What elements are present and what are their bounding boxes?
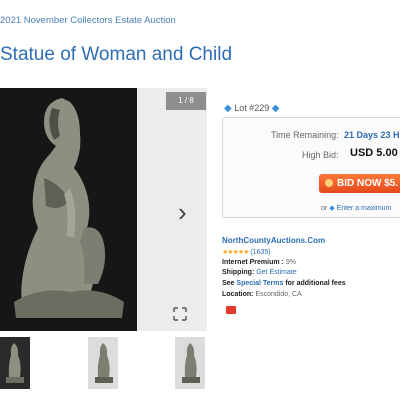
- terms-row: See Special Terms for additional fees: [222, 280, 346, 287]
- or-label: or: [321, 205, 328, 212]
- lot-navigation: ◆ Lot #229 ◆: [224, 103, 279, 114]
- star-rating-icon: ★★★★★: [222, 249, 249, 256]
- thumbnail-image: [175, 337, 205, 389]
- internet-premium-row: Internet Premium : 9%: [222, 259, 296, 266]
- breadcrumb[interactable]: 2021 November Collectors Estate Auction: [0, 15, 176, 26]
- gavel-icon: [325, 179, 333, 188]
- special-terms-link[interactable]: Special Terms: [236, 280, 283, 287]
- get-estimate-link[interactable]: Get Estimate: [256, 269, 296, 276]
- time-remaining-label: Time Remaining:: [271, 130, 339, 140]
- high-bid-label: High Bid:: [302, 150, 339, 160]
- shipping-label: Shipping:: [222, 269, 255, 276]
- bid-now-label: BID NOW $5.: [337, 178, 399, 189]
- diamond-icon: ◆: [329, 205, 335, 212]
- expand-icon[interactable]: [172, 306, 188, 322]
- terms-prefix: See: [222, 280, 235, 287]
- location-row: Location: Escondido, CA: [222, 291, 302, 298]
- seller-rating: ★★★★★ (1635): [222, 248, 271, 256]
- enter-maximum-link[interactable]: ◆ Enter a maximum: [329, 205, 391, 212]
- thumbnail-strip: [0, 337, 210, 391]
- next-lot-icon[interactable]: ◆: [272, 103, 280, 114]
- high-bid-value: USD 5.00: [350, 147, 398, 159]
- internet-premium-value: 9%: [285, 259, 296, 266]
- seller-name-link[interactable]: NorthCountyAuctions.Com: [222, 236, 325, 245]
- flag-icon[interactable]: [226, 306, 236, 314]
- thumbnail-2[interactable]: [88, 337, 118, 389]
- location-label: Location:: [222, 291, 254, 298]
- time-remaining-value: 21 Days 23 Ho: [344, 130, 400, 140]
- thumbnail-image: [0, 337, 30, 389]
- max-bid-row: or ◆ Enter a maximum: [321, 204, 391, 212]
- image-counter: 1 / 8: [166, 92, 206, 110]
- thumbnail-1[interactable]: [0, 337, 30, 389]
- rating-count-link[interactable]: (1635): [250, 249, 270, 256]
- thumbnail-image: [88, 337, 118, 389]
- bid-now-button[interactable]: BID NOW $5.: [319, 174, 400, 193]
- thumbnail-3[interactable]: [175, 337, 205, 389]
- page-title: Statue of Woman and Child: [0, 44, 233, 65]
- lot-number: Lot #229: [234, 103, 270, 113]
- terms-suffix: for additional fees: [285, 280, 346, 287]
- enter-maximum-label: Enter a maximum: [336, 205, 392, 212]
- next-image-arrow[interactable]: ›: [178, 198, 187, 226]
- statue-photo: [0, 88, 207, 331]
- location-value: Escondido, CA: [255, 291, 302, 298]
- main-image[interactable]: [0, 88, 207, 331]
- prev-lot-icon[interactable]: ◆: [224, 103, 232, 114]
- internet-premium-label: Internet Premium :: [222, 259, 284, 266]
- bid-panel: Time Remaining: 21 Days 23 Ho High Bid: …: [222, 117, 400, 218]
- shipping-row: Shipping: Get Estimate: [222, 269, 297, 276]
